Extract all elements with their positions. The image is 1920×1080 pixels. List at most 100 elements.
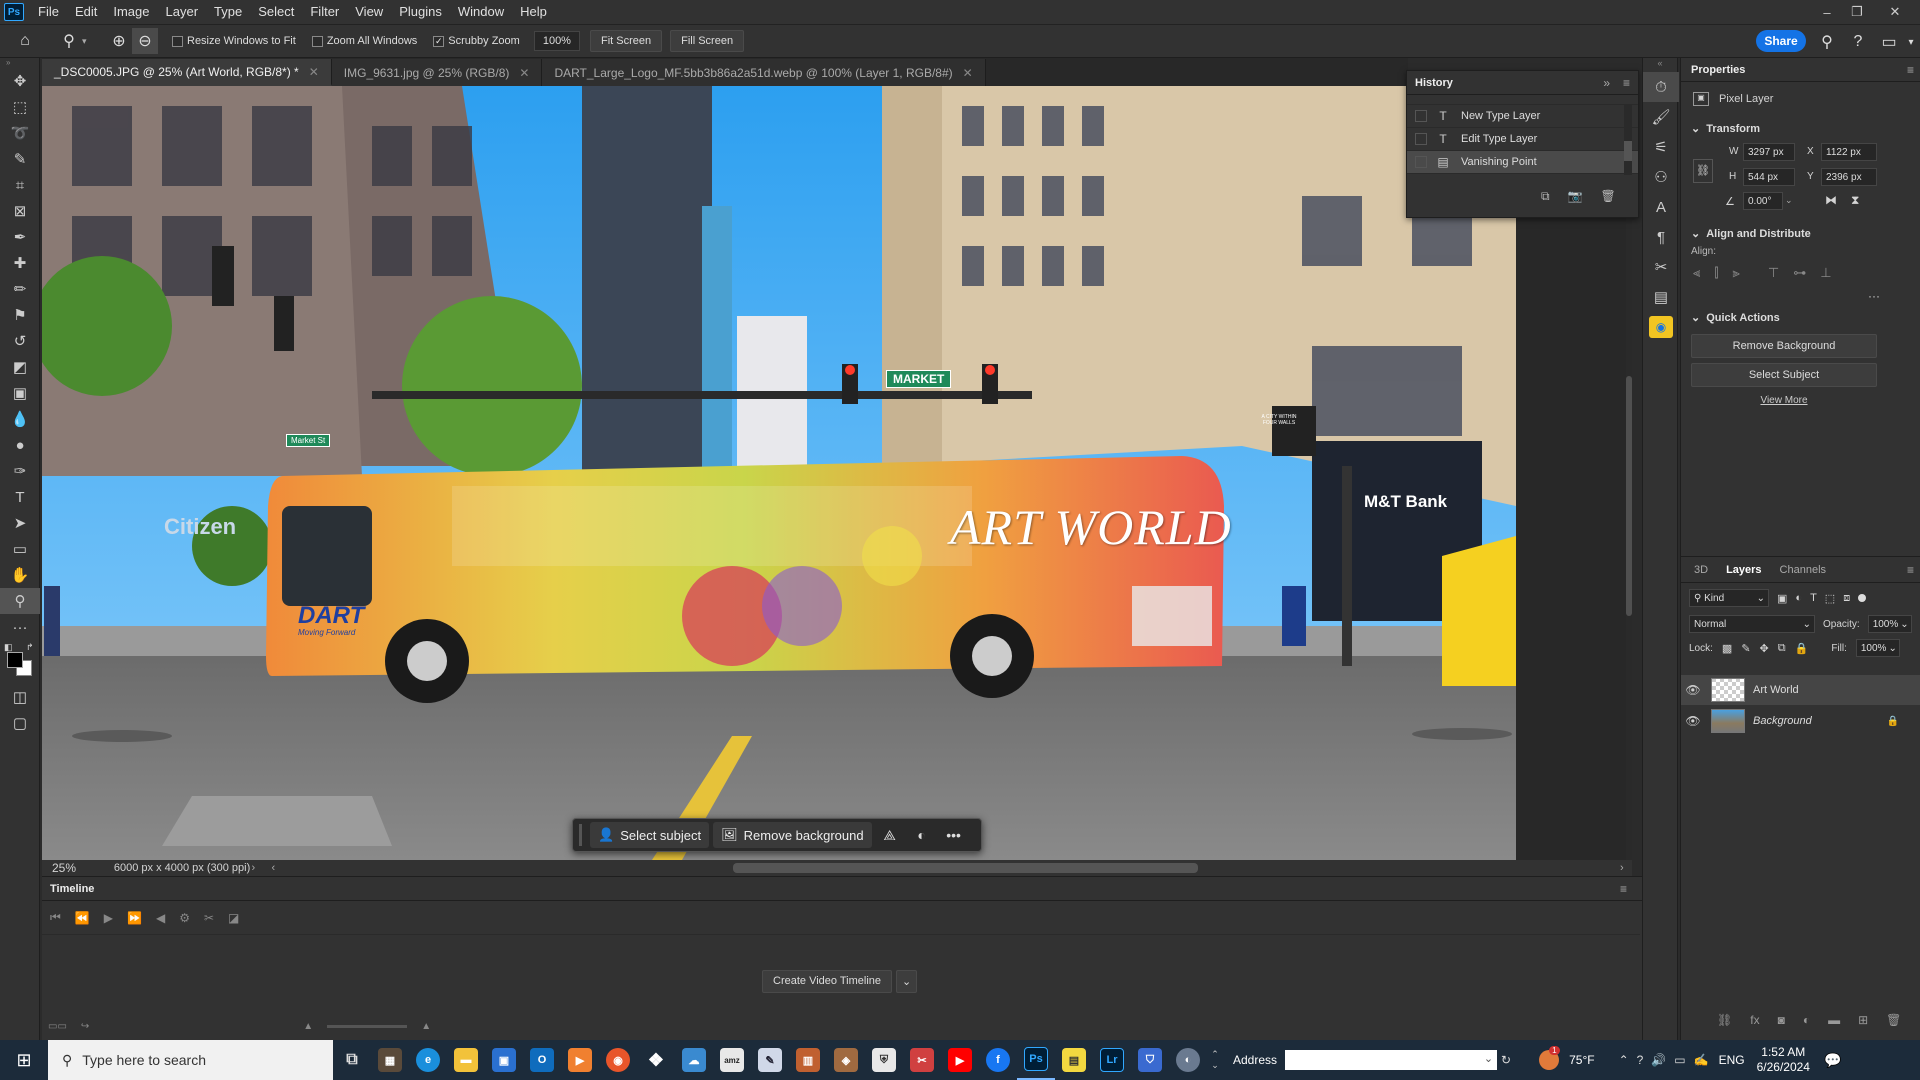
taskbar-app-bag-icon[interactable]: ⛉ <box>1131 1040 1169 1080</box>
transition-icon[interactable]: ◪ <box>228 911 239 925</box>
flip-vertical-icon[interactable]: ⧗ <box>1851 193 1859 208</box>
taskbar-app-notes-icon[interactable]: ▤ <box>1055 1040 1093 1080</box>
expand-panels-icon[interactable]: « <box>1643 58 1677 72</box>
audio-icon[interactable]: ◀ <box>156 911 165 925</box>
taskbar-app-file-explorer-icon[interactable]: ▬ <box>447 1040 485 1080</box>
tab-layers[interactable]: Layers <box>1717 558 1770 582</box>
new-document-from-state-icon[interactable]: ⧉ <box>1541 189 1550 204</box>
frame-tool-icon[interactable]: ⊠ <box>0 198 40 224</box>
remove-background-action-button[interactable]: Remove Background <box>1691 334 1877 358</box>
filter-pixel-icon[interactable]: ▣ <box>1777 592 1787 605</box>
zoom-tool-preset-icon[interactable]: ⚲ <box>56 28 82 54</box>
select-subject-action-button[interactable]: Select Subject <box>1691 363 1877 387</box>
quick-mask-icon[interactable]: ◫ <box>0 684 40 710</box>
align-section-header[interactable]: ⌄ Align and Distribute <box>1681 221 1920 246</box>
new-group-folder-icon[interactable]: ▬ <box>1828 1013 1840 1027</box>
taskbar-app-photos-icon[interactable]: ▦ <box>371 1040 409 1080</box>
show-hidden-icons-icon[interactable]: ⌃ <box>1619 1053 1629 1067</box>
network-icon[interactable]: ▭ <box>1674 1053 1685 1067</box>
panel-menu-icon[interactable]: ≡ <box>1620 882 1627 896</box>
history-brush-tool-icon[interactable]: ↺ <box>0 328 40 354</box>
home-icon[interactable]: ⌂ <box>12 28 38 54</box>
taskbar-app-amazon-icon[interactable]: amz <box>713 1040 751 1080</box>
menu-image[interactable]: Image <box>105 0 157 24</box>
menu-view[interactable]: View <box>347 0 391 24</box>
history-item[interactable]: T Edit Type Layer <box>1407 128 1638 151</box>
filter-adjustment-icon[interactable]: ◐ <box>1795 592 1802 604</box>
lasso-tool-icon[interactable]: ➰ <box>0 120 40 146</box>
volume-icon[interactable]: 🔊 <box>1651 1053 1666 1067</box>
blur-tool-icon[interactable]: 💧 <box>0 406 40 432</box>
zoom-percentage[interactable]: 25% <box>42 861 102 875</box>
flip-horizontal-icon[interactable]: ⧓ <box>1825 193 1837 207</box>
foreground-color-swatch[interactable] <box>7 652 23 668</box>
taskbar-app-outlook-icon[interactable]: O <box>523 1040 561 1080</box>
character-icon[interactable]: A <box>1643 192 1679 222</box>
close-icon[interactable]: ✕ <box>1880 0 1910 24</box>
share-button[interactable]: Share <box>1756 30 1806 52</box>
scroll-right-icon[interactable]: › <box>1620 862 1632 874</box>
history-item[interactable]: T New Type Layer <box>1407 105 1638 128</box>
adjustments-sliders-icon[interactable]: ⚟ <box>1643 132 1679 162</box>
split-scissors-icon[interactable]: ✂ <box>204 911 214 925</box>
fit-screen-button[interactable]: Fit Screen <box>589 30 663 52</box>
previous-frame-icon[interactable]: ⏪ <box>75 911 90 925</box>
menu-file[interactable]: File <box>30 0 67 24</box>
canvas-area[interactable]: ART WORLD MARKET Market St Citizen M&T B… <box>42 86 1632 860</box>
first-frame-icon[interactable]: ⏮ <box>50 910 61 925</box>
taskbar-app-youtube-icon[interactable]: ▶ <box>941 1040 979 1080</box>
taskbar-app-firefox-icon[interactable]: ◉ <box>599 1040 637 1080</box>
opacity-field[interactable]: 100% ⌄ <box>1867 615 1912 633</box>
filter-toggle-icon[interactable] <box>1858 594 1867 602</box>
select-subject-button[interactable]: 👤 Select subject <box>590 822 710 848</box>
history-panel-icon[interactable]: ⏱ <box>1643 72 1679 102</box>
width-field[interactable]: 3297 px <box>1743 143 1795 161</box>
link-layers-icon[interactable]: ⛓ <box>1717 1013 1732 1027</box>
clone-stamp-tool-icon[interactable]: ⚑ <box>0 302 40 328</box>
pen-tool-icon[interactable]: ✑ <box>0 458 40 484</box>
minimize-icon[interactable]: – <box>1812 0 1842 24</box>
angle-dropdown-chevron-icon[interactable]: ⌄ <box>1785 195 1793 206</box>
filter-smart-object-icon[interactable]: ⧈ <box>1843 592 1850 605</box>
weather-temperature[interactable]: 75°F <box>1569 1053 1594 1067</box>
snapshot-camera-icon[interactable]: 📷 <box>1568 189 1583 204</box>
zoom-large-mountain-icon[interactable]: ▲ <box>421 1021 431 1032</box>
rectangle-tool-icon[interactable]: ▭ <box>0 536 40 562</box>
type-tool-icon[interactable]: T <box>0 484 40 510</box>
brush-settings-icon[interactable]: 🖌 <box>1643 102 1679 132</box>
next-frame-icon[interactable]: ⏩ <box>127 911 142 925</box>
vertical-scroll-thumb[interactable] <box>1626 376 1632 616</box>
zoom-value-field[interactable]: 100% <box>533 31 580 51</box>
address-input[interactable]: ⌄ <box>1285 1050 1498 1070</box>
eye-visibility-icon[interactable]: 👁 <box>1681 683 1705 697</box>
align-right-icon[interactable]: ⫸ <box>1733 265 1740 281</box>
windows-start-icon[interactable]: ⊞ <box>0 1040 48 1080</box>
marquee-tool-icon[interactable]: ⬚ <box>0 94 40 120</box>
filter-type-icon[interactable]: T <box>1810 592 1817 604</box>
taskbar-app-circle-icon[interactable]: ◐ <box>1169 1040 1207 1080</box>
resize-windows-checkbox[interactable]: Resize Windows to Fit <box>172 35 296 47</box>
scroll-left-icon[interactable]: ‹ <box>271 862 283 874</box>
align-middle-v-icon[interactable]: ⊶ <box>1793 265 1806 281</box>
doc-tab-dsc0005[interactable]: _DSC0005.JPG @ 25% (Art World, RGB/8*) *… <box>42 59 332 86</box>
dodge-tool-icon[interactable]: ● <box>0 432 40 458</box>
gradient-tool-icon[interactable]: ▣ <box>0 380 40 406</box>
collapse-panel-icon[interactable]: » <box>1603 76 1610 90</box>
align-bottom-icon[interactable]: ⊥ <box>1820 265 1831 281</box>
history-item-current[interactable]: ▤ Vanishing Point <box>1407 151 1638 174</box>
refresh-icon[interactable]: ↻ <box>1501 1053 1511 1067</box>
quick-selection-tool-icon[interactable]: ✎ <box>0 146 40 172</box>
eyedropper-tool-icon[interactable]: ✒ <box>0 224 40 250</box>
restore-icon[interactable]: ❐ <box>1842 0 1872 24</box>
zoom-in-icon[interactable]: ⊕ <box>106 28 132 54</box>
taskbar-app-dropbox-icon[interactable]: ❖ <box>637 1040 675 1080</box>
document-canvas[interactable]: ART WORLD MARKET Market St Citizen M&T B… <box>42 86 1516 860</box>
new-layer-icon[interactable]: ⊞ <box>1858 1013 1868 1027</box>
taskbar-app-snip-icon[interactable]: ✂ <box>903 1040 941 1080</box>
menu-plugins[interactable]: Plugins <box>391 0 450 24</box>
paragraph-icon[interactable]: ¶ <box>1643 222 1679 252</box>
link-chain-icon[interactable]: ⛓ <box>1693 159 1713 183</box>
lock-artboard-icon[interactable]: ⧉ <box>1778 642 1786 655</box>
taskbar-app-editor-icon[interactable]: ✎ <box>751 1040 789 1080</box>
help-icon[interactable]: ? <box>1845 29 1871 55</box>
